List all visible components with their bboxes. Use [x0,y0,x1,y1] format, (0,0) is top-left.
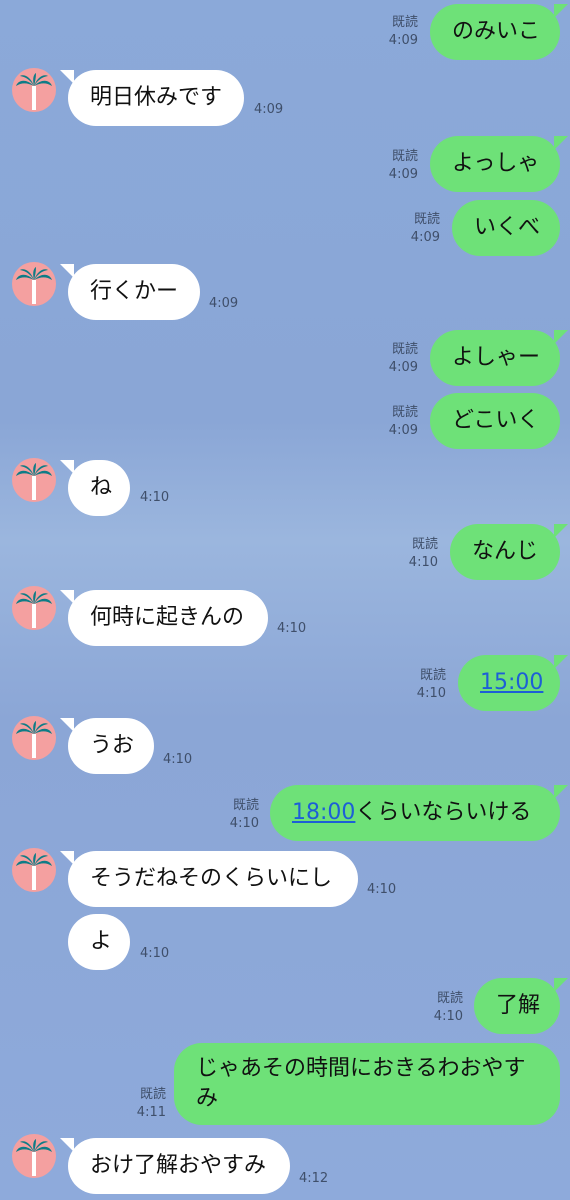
time-link[interactable]: 18:00 [292,800,355,825]
message-meta: 既読 4:09 [389,148,418,184]
message-text: くらいならいける [355,800,532,825]
message-time: 4:10 [416,686,446,701]
message-time: 4:10 [408,555,438,570]
message-text: 了解 [496,993,541,1018]
palm-tree-icon [16,591,52,628]
message-time: 4:09 [254,102,284,117]
message-time: 4:10 [140,946,170,961]
message-meta: 既読 4:09 [411,211,440,247]
contact-avatar[interactable] [12,586,56,630]
time-link[interactable]: 15:00 [480,670,543,695]
outgoing-message[interactable]: いくべ [452,200,560,256]
outgoing-message[interactable]: 18:00くらいならいける [270,785,568,841]
outgoing-message[interactable]: 了解 [474,978,568,1034]
message-text: どこいく [452,408,540,433]
message-time: 4:10 [433,1009,463,1024]
contact-avatar[interactable] [12,262,56,306]
incoming-message[interactable]: 明日休みです [60,70,244,126]
palm-tree-icon [16,267,52,304]
message-time: 4:09 [388,360,418,375]
message-text: 行くかー [90,279,179,304]
message-meta: 既読 4:11 [137,1086,166,1122]
message-meta: 既読 4:09 [389,14,418,50]
outgoing-message[interactable]: よっしゃ [430,136,568,192]
message-text: そうだねそのくらいにし [90,866,333,891]
palm-tree-icon [16,1139,52,1176]
outgoing-message[interactable]: なんじ [450,524,568,580]
palm-tree-icon [16,853,52,890]
message-text: よ [90,929,113,954]
read-receipt: 既読 [391,149,418,164]
message-meta: 既読 4:09 [389,404,418,440]
contact-avatar[interactable] [12,458,56,502]
contact-avatar[interactable] [12,716,56,760]
message-time: 4:10 [229,816,259,831]
read-receipt: 既読 [391,342,418,357]
contact-avatar[interactable] [12,68,56,112]
read-receipt: 既読 [391,405,418,420]
message-meta: 既読 4:10 [409,536,438,572]
read-receipt: 既読 [419,668,446,683]
outgoing-message[interactable]: 15:00 [458,655,568,711]
message-meta: 既読 4:09 [389,341,418,377]
outgoing-message[interactable]: のみいこ [430,4,568,60]
incoming-message[interactable]: ね [60,460,130,516]
contact-avatar[interactable] [12,1134,56,1178]
message-text: いくべ [474,215,541,240]
message-text: 明日休みです [90,85,223,110]
read-receipt: 既読 [413,212,440,227]
message-text: おけ了解おやすみ [90,1153,267,1178]
message-meta: 既読 4:10 [434,990,463,1026]
incoming-message[interactable]: よ [68,914,130,970]
contact-avatar[interactable] [12,848,56,892]
message-time: 4:11 [136,1105,166,1120]
palm-tree-icon [16,463,52,500]
read-receipt: 既読 [436,991,463,1006]
palm-tree-icon [16,721,52,758]
message-text: 何時に起きんの [90,605,245,630]
read-receipt: 既読 [391,15,418,30]
message-text: のみいこ [452,19,541,44]
message-meta: 既読 4:10 [417,667,446,703]
message-time: 4:12 [299,1171,329,1186]
message-text: じゃあその時間におきるわおやすみ [196,1056,526,1111]
message-text: うお [90,733,135,758]
message-text: なんじ [472,539,539,564]
message-meta: 既読 4:10 [230,797,259,833]
message-time: 4:09 [209,296,239,311]
message-text: ね [90,475,113,500]
read-receipt: 既読 [139,1087,166,1102]
palm-tree-icon [16,73,52,110]
incoming-message[interactable]: おけ了解おやすみ [60,1138,290,1194]
message-time: 4:10 [140,490,170,505]
message-text: よしゃー [452,345,541,370]
message-time: 4:10 [277,621,307,636]
message-text: よっしゃ [452,151,540,176]
outgoing-message[interactable]: どこいく [430,393,560,449]
incoming-message[interactable]: 何時に起きんの [60,590,268,646]
incoming-message[interactable]: そうだねそのくらいにし [60,851,358,907]
read-receipt: 既読 [232,798,259,813]
incoming-message[interactable]: うお [60,718,154,774]
message-time: 4:09 [388,423,418,438]
outgoing-message[interactable]: じゃあその時間におきるわおやすみ [174,1043,560,1125]
read-receipt: 既読 [411,537,438,552]
outgoing-message[interactable]: よしゃー [430,330,568,386]
message-time: 4:09 [388,33,418,48]
message-time: 4:09 [388,167,418,182]
message-time: 4:09 [410,230,440,245]
message-time: 4:10 [367,882,397,897]
message-time: 4:10 [163,752,193,767]
incoming-message[interactable]: 行くかー [60,264,200,320]
